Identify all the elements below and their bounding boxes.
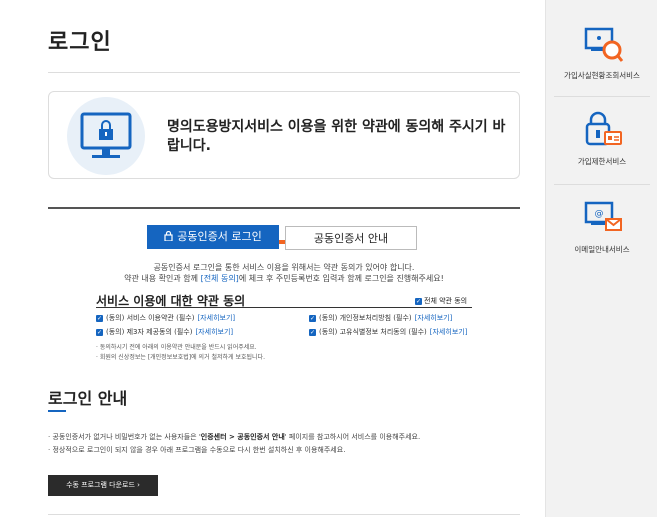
term-unique-id-checkbox[interactable]: ✓ (동의) 고유식별정보 처리동의 (필수) [자세히보기]: [309, 327, 467, 337]
term-more-link[interactable]: [자세히보기]: [197, 313, 235, 323]
term-label: (동의) 서비스 이용약관 (필수): [106, 314, 195, 322]
tab-certificate-login[interactable]: 공동인증서 로그인: [147, 225, 279, 249]
term-label: (동의) 고유식별정보 처리동의 (필수): [319, 328, 427, 336]
term-label: (동의) 제3자 제공동의 (필수): [106, 328, 193, 336]
sidebar-item-subscription-status[interactable]: 가입사실현황조회서비스: [546, 26, 657, 81]
sidebar-item-label: 가입제한서비스: [577, 157, 627, 166]
monitor-search-icon: [584, 27, 624, 62]
term-service-checkbox[interactable]: ✓ (동의) 서비스 이용약관 (필수) [자세히보기]: [96, 313, 235, 323]
sidebar-item-label: 가입사실현황조회서비스: [564, 71, 640, 80]
sidebar-item-label: 이메일안내서비스: [574, 245, 630, 254]
guide-line-1-bold: 인증센터 > 공동인증서 안내: [200, 433, 285, 441]
checkbox-checked-icon: ✓: [309, 328, 316, 336]
notice-icon-circle: [67, 97, 145, 175]
guide-title: 로그인 안내: [48, 389, 128, 408]
sidebar-divider: [554, 184, 650, 185]
checkbox-checked-icon: ✓: [96, 328, 103, 336]
page-title: 로그인: [48, 30, 112, 55]
term-privacy-checkbox[interactable]: ✓ (동의) 개인정보처리방침 (필수) [자세히보기]: [309, 313, 452, 323]
term-more-link[interactable]: [자세히보기]: [415, 313, 453, 323]
terms-note: · 동의하시기 전에 아래의 이용약관 안내문을 반드시 읽어주세요.: [96, 344, 257, 351]
terms-description: 공동인증서 로그인을 통한 서비스 이용을 위해서는 약관 동의가 있어야 합니…: [48, 262, 520, 284]
svg-text:@: @: [595, 209, 604, 219]
guide-line-1-post: ' 페이지를 참고하시어 서비스를 이용해주세요.: [284, 433, 421, 441]
description-line-2-post: 에 체크 후 주민등록번호 입력과 함께 로그인을 진행해주세요!: [238, 274, 444, 283]
sidebar-item-subscription-limit[interactable]: 가입제한서비스: [546, 110, 657, 167]
description-line-2: 약관 내용 확인과 함께 [전체 동의]에 체크 후 주민등록번호 입력과 함께…: [48, 273, 520, 284]
sidebar: 가입사실현황조회서비스 가입제한서비스 @ 이메일안내서비스: [545, 0, 657, 517]
all-agree-checkbox[interactable]: ✓ 전체 약관 동의: [415, 296, 467, 306]
guide-line-1-pre: · 공동인증서가 없거나 비밀번호가 없는 사용자들은 ': [48, 433, 201, 441]
guide-line-1: · 공동인증서가 없거나 비밀번호가 없는 사용자들은 '인증센터 > 공동인증…: [48, 432, 420, 442]
tab-certificate-login-label: 공동인증서 로그인: [177, 230, 262, 243]
guide-line-2: · 정상적으로 로그인이 되지 않을 경우 아래 프로그램을 수동으로 다시 한…: [48, 446, 346, 454]
monitor-mail-icon: @: [584, 201, 622, 231]
term-third-party-checkbox[interactable]: ✓ (동의) 제3자 제공동의 (필수) [자세히보기]: [96, 327, 233, 337]
title-divider: [48, 72, 520, 73]
terms-divider: [96, 307, 472, 308]
bottom-divider: [48, 514, 520, 515]
all-agree-label: 전체 약관 동의: [424, 297, 468, 305]
terms-note: · 회원의 신상정보는 [개인정보보호법]에 의거 철저하게 보호됩니다.: [96, 354, 265, 361]
all-agree-link[interactable]: [전체 동의]: [201, 274, 239, 283]
description-line-2-pre: 약관 내용 확인과 함께: [124, 274, 201, 283]
checkbox-checked-icon: ✓: [309, 314, 316, 322]
notice-box: 명의도용방지서비스 이용을 위한 약관에 동의해 주시기 바랍니다.: [48, 91, 520, 179]
main-content: 로그인 명의도용방지서비스 이용을 위한 약관에 동의해 주시기 바랍니다. 공…: [0, 0, 545, 517]
term-more-link[interactable]: [자세히보기]: [195, 327, 233, 337]
lock-id-icon: [585, 111, 622, 146]
monitor-lock-icon: [80, 112, 132, 158]
checkbox-checked-icon: ✓: [415, 297, 422, 305]
lock-icon: [164, 230, 173, 242]
sidebar-item-email-guide[interactable]: @ 이메일안내서비스: [546, 200, 657, 255]
sidebar-divider: [554, 96, 650, 97]
term-label: (동의) 개인정보처리방침 (필수): [319, 314, 412, 322]
tab-certificate-guide[interactable]: 공동인증서 안내: [285, 226, 417, 250]
download-program-button[interactable]: 수동 프로그램 다운로드 ›: [48, 475, 158, 496]
checkbox-checked-icon: ✓: [96, 314, 103, 322]
term-more-link[interactable]: [자세히보기]: [430, 327, 468, 337]
description-line-1: 공동인증서 로그인을 통한 서비스 이용을 위해서는 약관 동의가 있어야 합니…: [153, 263, 415, 272]
notice-text: 명의도용방지서비스 이용을 위한 약관에 동의해 주시기 바랍니다.: [167, 119, 506, 154]
guide-title-accent: [48, 410, 66, 412]
section-divider: [48, 207, 520, 209]
